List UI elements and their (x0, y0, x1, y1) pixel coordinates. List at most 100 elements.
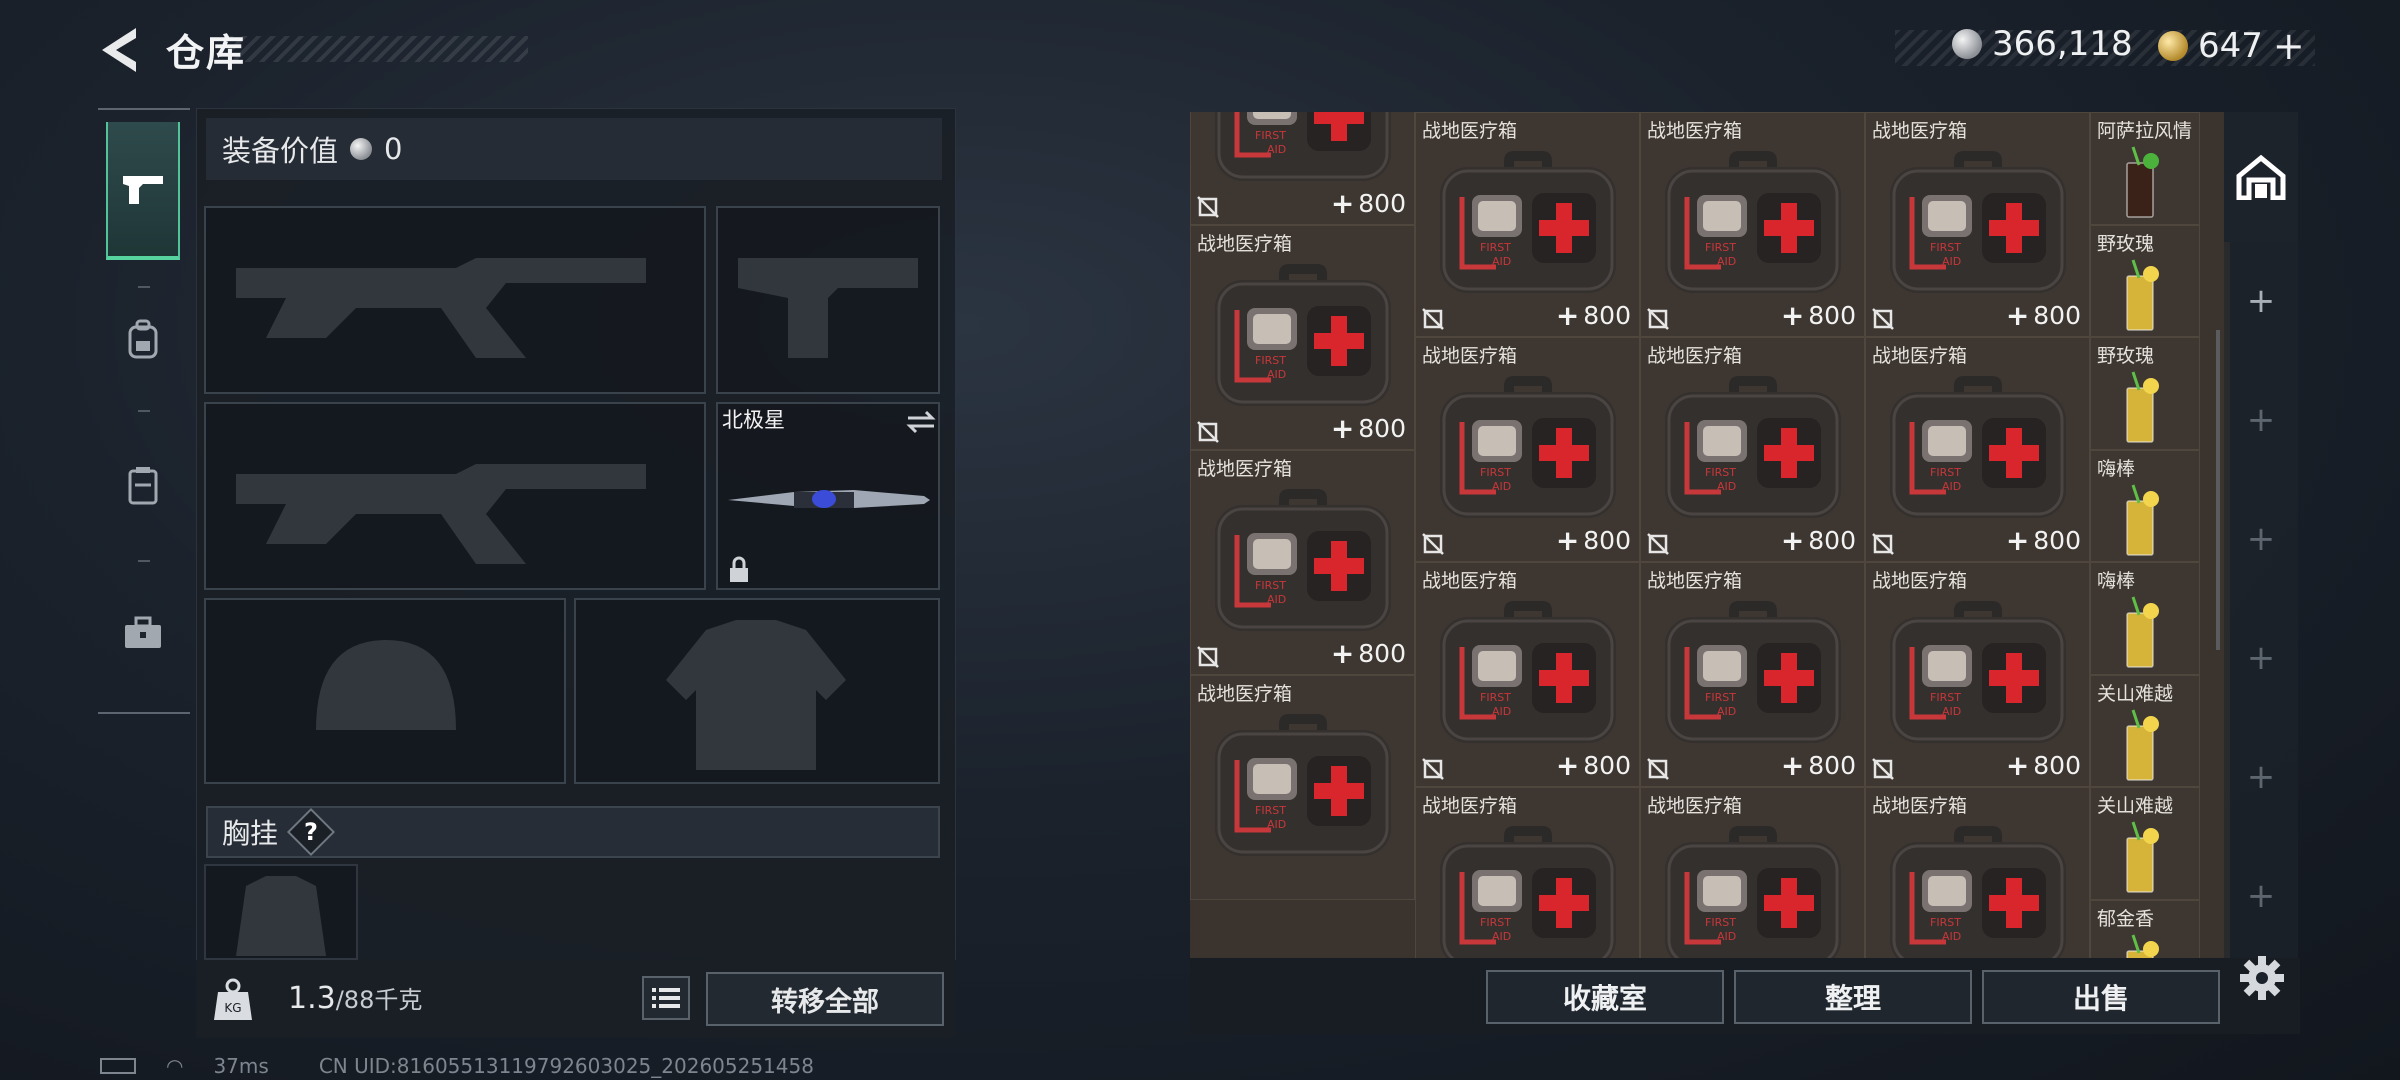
uid-text: CN UID:816055131197926030​25_20260525145… (318, 1054, 814, 1078)
medkit-icon: FIRSTAID (1890, 601, 2066, 743)
silver-coin-icon (350, 138, 373, 160)
item-name: 战地医疗箱 (1422, 795, 1518, 817)
help-text: ? (304, 817, 318, 846)
cocktail-icon (2126, 146, 2159, 218)
storage-item-medkit[interactable]: FIRST AID 战地医疗箱 (1190, 675, 1415, 900)
medkit-icon: FIRSTAID (1890, 376, 2066, 518)
category-weapons[interactable] (106, 122, 180, 260)
add-gold-button[interactable]: + (2273, 24, 2305, 68)
medkit-label-first: FIRST (1705, 691, 1736, 704)
storage-item-cocktail[interactable]: 野玫瑰 (2090, 337, 2200, 450)
cocktail-icon (2126, 371, 2159, 443)
sell-button[interactable]: 出售 (1982, 970, 2220, 1024)
chest-rig-slot[interactable] (204, 864, 358, 960)
chest-rig-silhouette-icon (236, 876, 326, 956)
storage-item-medkit[interactable]: FIRSTAID战地医疗箱+800 (1190, 112, 1415, 225)
add-storage-tab-button[interactable]: + (2224, 361, 2298, 479)
storage-item-medkit[interactable]: FIRSTAID战地医疗箱+800 (1865, 112, 2090, 337)
item-name: 战地医疗箱 (1197, 683, 1293, 705)
secondary-weapon-slot[interactable] (716, 206, 940, 394)
help-icon[interactable]: ? (286, 807, 336, 857)
storage-item-medkit[interactable]: FIRSTAID战地医疗箱+800 (1640, 112, 1865, 337)
item-value-number: 800 (1808, 301, 1856, 330)
medkit-label-aid: AID (1267, 368, 1286, 381)
storage-item-cocktail[interactable]: 嗨棒 (2090, 562, 2200, 675)
swap-icon[interactable] (906, 410, 936, 434)
medkit-icon: FIRSTAID (1215, 112, 1391, 181)
item-value-number: 800 (2033, 751, 2081, 780)
organize-button[interactable]: 整理 (1734, 970, 1972, 1024)
storage-item-medkit[interactable]: FIRST AID 战地医疗箱 (1865, 787, 2090, 958)
storage-item-medkit[interactable]: FIRST AID 战地医疗箱 (1415, 787, 1640, 958)
knife-icon (728, 490, 930, 508)
medkit-label-aid: AID (1717, 480, 1736, 493)
armor-slot[interactable] (574, 598, 940, 784)
weight-capacity: /88千克 (335, 986, 423, 1014)
storage-item-cocktail[interactable]: 关山难越 (2090, 787, 2200, 900)
storage-item-medkit[interactable]: FIRSTAID战地医疗箱+800 (1190, 450, 1415, 675)
item-value: +800 (1781, 524, 1856, 557)
storage-tab-home[interactable] (2224, 112, 2298, 242)
secondary-rifle-slot[interactable] (204, 402, 706, 590)
no-trade-icon (1872, 308, 1894, 330)
storage-tab-bar: + + + + + + (2224, 112, 2298, 958)
svg-text:KG: KG (224, 1001, 241, 1015)
list-view-button[interactable] (642, 976, 690, 1020)
melee-weapon-name: 北极星 (722, 408, 785, 432)
add-storage-tab-button[interactable]: + (2224, 480, 2298, 598)
add-storage-tab-button[interactable]: + (2224, 242, 2298, 360)
storage-item-medkit[interactable]: FIRSTAID战地医疗箱+800 (1640, 337, 1865, 562)
item-value: +800 (2006, 524, 2081, 557)
storage-item-medkit[interactable]: FIRSTAID战地医疗箱+800 (1640, 562, 1865, 787)
settings-gear-icon[interactable] (2238, 954, 2286, 1002)
primary-weapon-slot[interactable] (204, 206, 706, 394)
storage-item-cocktail[interactable]: 嗨棒 (2090, 449, 2200, 562)
category-armor[interactable] (106, 416, 180, 554)
storage-scrollbar[interactable] (2216, 330, 2220, 650)
silver-amount: 366,118 (1992, 24, 2133, 64)
item-name: 战地医疗箱 (1197, 458, 1293, 480)
vest-icon (128, 467, 158, 505)
storage-item-medkit[interactable]: FIRSTAID战地医疗箱+800 (1865, 337, 2090, 562)
helmet-slot[interactable] (204, 598, 566, 784)
category-toolbox[interactable] (106, 564, 180, 702)
storage-item-medkit[interactable]: FIRST AID 战地医疗箱 (1640, 787, 1865, 958)
storage-item-cocktail[interactable]: 关山难越 (2090, 674, 2200, 787)
medkit-label-aid: AID (1717, 255, 1736, 268)
plus-icon: + (1555, 299, 1580, 332)
storage-item-cocktail[interactable]: 郁金香 (2090, 899, 2200, 958)
rifle-silhouette-icon (236, 258, 646, 358)
plus-icon: + (1780, 524, 1805, 557)
add-storage-tab-button[interactable]: + (2224, 837, 2298, 955)
add-storage-tab-button[interactable]: + (2224, 718, 2298, 836)
add-storage-tab-button[interactable]: + (2224, 599, 2298, 717)
medkit-label-first: FIRST (1255, 129, 1286, 142)
item-name: 战地医疗箱 (1647, 345, 1743, 367)
storage-item-medkit[interactable]: FIRSTAID战地医疗箱+800 (1865, 562, 2090, 787)
storage-item-cocktail[interactable]: 野玫瑰 (2090, 224, 2200, 337)
item-value-number: 800 (1583, 751, 1631, 780)
storage-item-medkit[interactable]: FIRSTAID战地医疗箱+800 (1415, 112, 1640, 337)
medkit-icon: FIRSTAID (1215, 714, 1391, 856)
storage-item-medkit[interactable]: FIRSTAID战地医疗箱+800 (1415, 337, 1640, 562)
item-name: 战地医疗箱 (1647, 795, 1743, 817)
back-arrow-icon[interactable] (96, 24, 142, 76)
collection-room-button[interactable]: 收藏室 (1486, 970, 1724, 1024)
plus-icon: + (1780, 299, 1805, 332)
storage-item-medkit[interactable]: FIRSTAID战地医疗箱+800 (1415, 562, 1640, 787)
pistol-icon (123, 176, 163, 204)
status-bar: ◠ 37ms CN UID:816055131197926030​25_2026… (100, 1054, 814, 1078)
gold-currency[interactable]: 647 + (2158, 24, 2305, 68)
medkit-label-first: FIRST (1255, 354, 1286, 367)
no-trade-icon (1197, 196, 1219, 218)
category-backpack[interactable] (106, 270, 180, 408)
plus-icon: + (1330, 637, 1355, 670)
storage-item-medkit[interactable]: FIRSTAID战地医疗箱+800 (1190, 225, 1415, 450)
no-trade-icon (1422, 533, 1444, 555)
plus-icon: + (2005, 749, 2030, 782)
wifi-icon: ◠ (166, 1054, 184, 1078)
transfer-all-button[interactable]: 转移全部 (706, 972, 944, 1026)
item-name: 关山难越 (2097, 682, 2174, 705)
ping-text: 37ms (213, 1054, 269, 1078)
storage-item-cocktail[interactable]: 阿萨拉风情 (2090, 112, 2200, 225)
